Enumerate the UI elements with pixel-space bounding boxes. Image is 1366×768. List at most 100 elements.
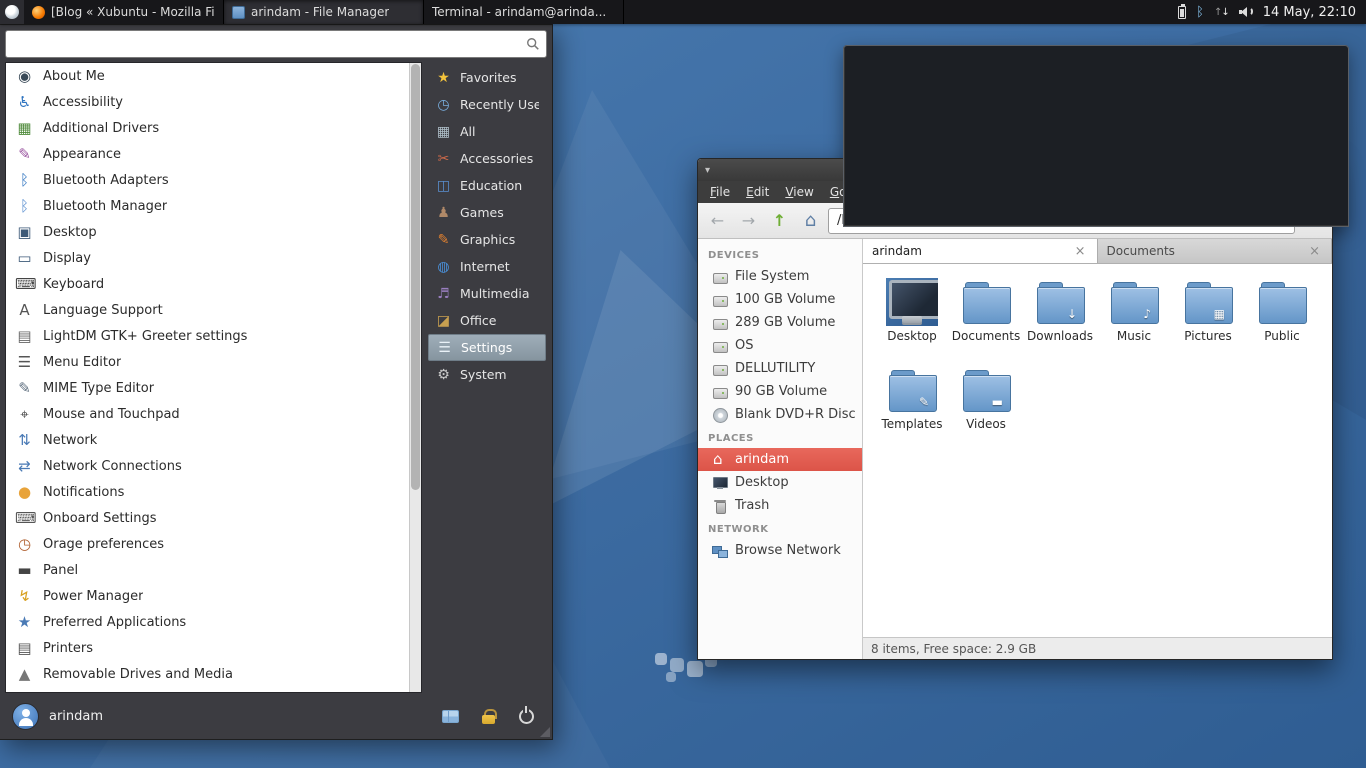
sidebar-item[interactable]: Blank DVD+R Disc [698, 403, 862, 426]
sidebar-item[interactable]: 90 GB Volume [698, 380, 862, 403]
all-settings-button[interactable] [436, 702, 464, 730]
menu-app-item[interactable]: ▭ Display [6, 245, 409, 271]
fm-tab[interactable]: Documents × [1098, 239, 1333, 263]
taskbar-window-button[interactable]: [Blog « Xubuntu - Mozilla Fire... [24, 0, 224, 24]
menu-app-item[interactable]: ⌖ Mouse and Touchpad [6, 401, 409, 427]
app-item-icon: ✎ [15, 147, 34, 162]
menu-app-item[interactable]: ◉ About Me [6, 63, 409, 89]
file-item[interactable]: ♪ Music [1097, 278, 1171, 360]
sidebar-item[interactable]: Desktop [698, 471, 862, 494]
menu-category-item[interactable]: ★ Favorites [428, 64, 546, 91]
menu-app-item[interactable]: ▤ Printers [6, 635, 409, 661]
sidebar-item[interactable]: arindam [698, 448, 862, 471]
menu-category-item[interactable]: ✂ Accessories [428, 145, 546, 172]
file-item[interactable]: Documents [949, 278, 1023, 360]
menu-category-item[interactable]: ▦ All [428, 118, 546, 145]
file-icon [1256, 278, 1308, 326]
fm-fileview[interactable]: Desktop Documents ↓ Downloads ♪ Music ▦ [863, 264, 1332, 637]
sidebar-item[interactable]: DELLUTILITY [698, 357, 862, 380]
menu-category-item[interactable]: ◪ Office [428, 307, 546, 334]
category-label: Education [460, 178, 522, 193]
fm-tab[interactable]: arindam × [863, 239, 1098, 263]
menu-app-item[interactable]: ✎ MIME Type Editor [6, 375, 409, 401]
search-input[interactable] [12, 37, 526, 52]
network-icon[interactable]: ↑↓ [1214, 7, 1229, 18]
clock[interactable]: 14 May, 22:10 [1263, 5, 1356, 20]
menu-app-item[interactable]: ✎ Appearance [6, 141, 409, 167]
menu-category-item[interactable]: ♬ Multimedia [428, 280, 546, 307]
battery-icon[interactable] [1178, 6, 1186, 19]
sidebar-item[interactable]: Browse Network [698, 539, 862, 562]
tab-close-icon[interactable]: × [1307, 244, 1322, 259]
tab-close-icon[interactable]: × [1073, 244, 1088, 259]
app-item-icon: ▬ [15, 563, 34, 578]
menu-app-item[interactable]: A Language Support [6, 297, 409, 323]
menu-app-item[interactable]: ★ Preferred Applications [6, 609, 409, 635]
menu-app-item[interactable]: ⌨ Keyboard [6, 271, 409, 297]
menu-app-item[interactable]: ↯ Power Manager [6, 583, 409, 609]
menu-app-item[interactable]: ▤ LightDM GTK+ Greeter settings [6, 323, 409, 349]
home-button[interactable]: ⌂ [797, 208, 824, 234]
menu-app-item[interactable]: ♿ Accessibility [6, 89, 409, 115]
menu-app-item[interactable]: ᛒ Bluetooth Adapters [6, 167, 409, 193]
menu-item[interactable]: View [777, 183, 821, 201]
sidebar-item-label: Browse Network [735, 543, 841, 558]
taskbar-window-button[interactable]: arindam - File Manager [224, 0, 424, 24]
sidebar-item[interactable]: 100 GB Volume [698, 288, 862, 311]
file-label: Templates [881, 417, 942, 431]
menu-app-item[interactable]: ◷ Orage preferences [6, 531, 409, 557]
file-item[interactable]: ▦ Pictures [1171, 278, 1245, 360]
menu-app-item[interactable]: ⇄ Network Connections [6, 453, 409, 479]
menu-category-item[interactable]: ♟ Games [428, 199, 546, 226]
upload-arrow-icon: ↑ [1214, 7, 1221, 18]
menu-category-item[interactable]: ☰ Settings [428, 334, 546, 361]
menu-app-item[interactable]: ᛒ Bluetooth Manager [6, 193, 409, 219]
taskbar-window-label: arindam - File Manager [251, 5, 389, 19]
file-item[interactable]: ▬ Videos [949, 366, 1023, 448]
sidebar-item[interactable]: Trash [698, 494, 862, 517]
file-item[interactable]: Desktop [875, 278, 949, 360]
lock-screen-button[interactable] [474, 702, 502, 730]
category-icon: ✎ [435, 233, 452, 247]
sidebar-item[interactable]: File System [698, 265, 862, 288]
menu-app-item[interactable]: ▣ Desktop [6, 219, 409, 245]
menu-category-item[interactable]: ◫ Education [428, 172, 546, 199]
menu-app-item[interactable]: ● Notifications [6, 479, 409, 505]
bluetooth-icon[interactable]: ᛒ [1196, 6, 1204, 19]
menu-item[interactable]: File [702, 183, 738, 201]
menu-category-item[interactable]: ⚙ System [428, 361, 546, 388]
menu-category-item[interactable]: ✎ Graphics [428, 226, 546, 253]
sidebar-item[interactable]: OS [698, 334, 862, 357]
menu-item[interactable]: Edit [738, 183, 777, 201]
window-menu-icon[interactable]: ▾ [705, 165, 710, 176]
file-item[interactable]: ↓ Downloads [1023, 278, 1097, 360]
file-item[interactable]: Public [1245, 278, 1319, 360]
resize-grip[interactable] [540, 727, 550, 737]
menu-app-item[interactable]: ⌨ Onboard Settings [6, 505, 409, 531]
sidebar-item-icon [712, 315, 728, 331]
app-item-icon: ★ [15, 615, 34, 630]
scrollbar[interactable] [409, 63, 421, 692]
menu-app-item[interactable]: ▦ Additional Drivers [6, 115, 409, 141]
logout-button[interactable] [512, 702, 540, 730]
taskbar-window-button[interactable]: Terminal - arindam@arinda... [424, 0, 624, 24]
menu-app-item[interactable]: ▬ Panel [6, 557, 409, 583]
category-label: Multimedia [460, 286, 530, 301]
category-label: Accessories [460, 151, 533, 166]
up-button[interactable]: ↑ [766, 208, 793, 234]
menu-app-item[interactable]: ☰ Menu Editor [6, 349, 409, 375]
scrollbar-thumb[interactable] [411, 64, 420, 490]
sidebar-item[interactable]: 289 GB Volume [698, 311, 862, 334]
applications-menu-button[interactable] [0, 0, 24, 24]
taskbar-app-icon [32, 6, 45, 19]
app-item-icon: ↯ [15, 589, 34, 604]
avatar[interactable] [12, 703, 39, 730]
file-item[interactable]: ✎ Templates [875, 366, 949, 448]
menu-category-item[interactable]: ◍ Internet [428, 253, 546, 280]
menu-category-item[interactable]: ◷ Recently Used [428, 91, 546, 118]
menu-app-item[interactable]: ▲ Removable Drives and Media [6, 661, 409, 687]
volume-icon[interactable] [1239, 5, 1253, 19]
back-button[interactable]: ← [704, 208, 731, 234]
menu-app-item[interactable]: ⇅ Network [6, 427, 409, 453]
forward-button[interactable]: → [735, 208, 762, 234]
